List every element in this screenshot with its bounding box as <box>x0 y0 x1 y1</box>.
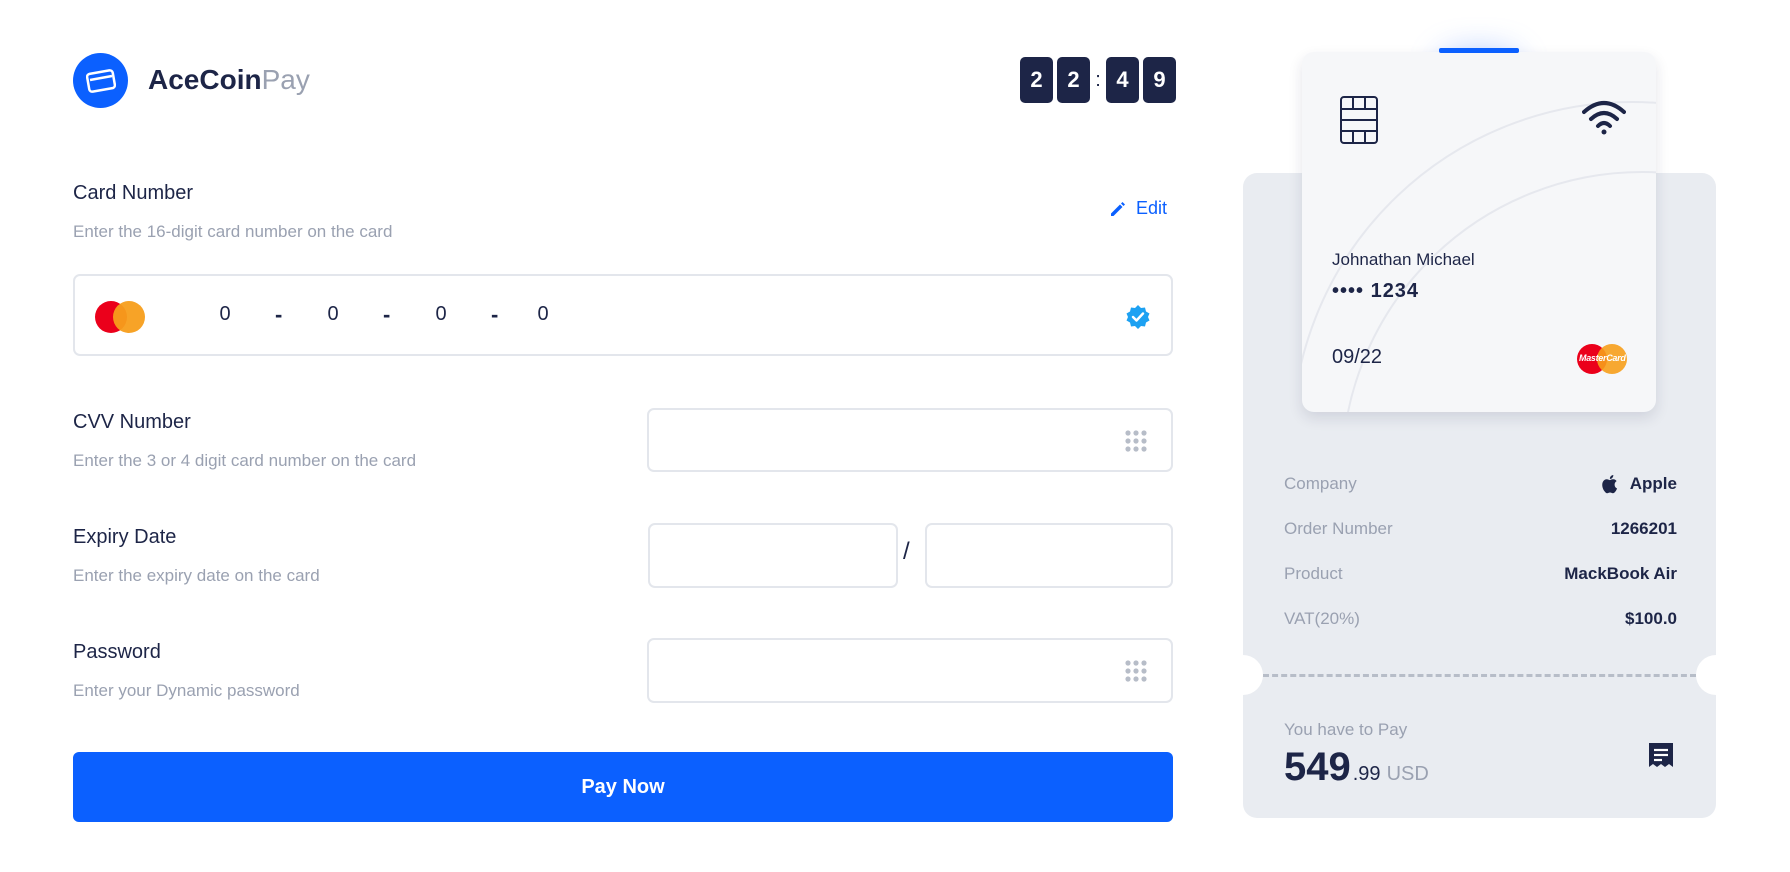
summary-value: 1266201 <box>1610 519 1677 538</box>
summary-row-company: Company Apple <box>1284 474 1677 494</box>
summary-value: MackBook Air <box>1564 564 1677 583</box>
card-number-label: Card Number <box>73 182 194 204</box>
summary-divider <box>1263 674 1696 677</box>
card-top-accent <box>1439 48 1519 53</box>
receipt-icon[interactable] <box>1646 740 1676 770</box>
segment-separator: - <box>275 302 283 327</box>
cvv-label: CVV Number <box>73 411 191 433</box>
expiry-month-input[interactable] <box>648 523 898 588</box>
pencil-icon <box>1111 201 1125 216</box>
card-expiry: 09/22 <box>1332 346 1383 368</box>
summary-value: $100.0 <box>1625 609 1677 628</box>
timer-digit: 2 <box>1057 57 1090 103</box>
verified-badge-icon <box>1126 305 1150 329</box>
cvv-input[interactable] <box>647 408 1173 472</box>
amount-decimal: .99 <box>1352 763 1381 785</box>
password-help: Enter your Dynamic password <box>73 681 300 700</box>
mastercard-logo-text: MasterCard <box>1579 353 1626 363</box>
card-number-masked: •••• 1234 <box>1332 280 1420 302</box>
segment-separator: - <box>491 302 499 327</box>
card-number-help: Enter the 16-digit card number on the ca… <box>73 222 393 241</box>
summary-row-order: Order Number 1266201 <box>1284 519 1677 539</box>
ticket-notch <box>1696 655 1736 695</box>
summary-value: Apple <box>1600 474 1677 494</box>
password-label: Password <box>73 641 161 663</box>
card-number-segment[interactable]: 0 <box>313 303 353 326</box>
segment-separator: - <box>383 302 391 327</box>
timer-separator: : <box>1095 68 1101 91</box>
summary-key: Product <box>1284 564 1343 583</box>
keypad-icon[interactable] <box>1125 660 1147 682</box>
summary-key: VAT(20%) <box>1284 609 1360 628</box>
pay-label: You have to Pay <box>1284 720 1408 739</box>
chip-icon <box>1340 96 1378 144</box>
cvv-help: Enter the 3 or 4 digit card number on th… <box>73 451 417 470</box>
countdown-timer: 2 2 : 4 9 <box>1020 57 1176 103</box>
edit-button-label: Edit <box>1136 198 1168 218</box>
brand-name: AceCoinPay <box>148 62 310 98</box>
mastercard-icon <box>95 301 145 333</box>
expiry-help: Enter the expiry date on the card <box>73 566 320 585</box>
expiry-label: Expiry Date <box>73 526 177 548</box>
credit-card-preview: Johnathan Michael •••• 1234 09/22 Master… <box>1302 52 1656 412</box>
summary-key: Company <box>1284 474 1357 493</box>
card-number-segment[interactable]: 0 <box>205 303 245 326</box>
summary-value-text: Apple <box>1629 474 1677 493</box>
amount-integer: 549 <box>1284 745 1351 789</box>
apple-icon <box>1602 475 1617 494</box>
brand-name-light: Pay <box>261 64 310 95</box>
total-amount: 549 .99 USD <box>1284 745 1429 790</box>
card-number-segment[interactable]: 0 <box>421 303 461 326</box>
summary-row-vat: VAT(20%) $100.0 <box>1284 609 1677 629</box>
mastercard-logo-icon: MasterCard <box>1577 342 1629 374</box>
pay-now-button[interactable]: Pay Now <box>73 752 1173 822</box>
expiry-separator: / <box>903 538 910 565</box>
credit-card-icon <box>85 68 116 93</box>
password-input[interactable] <box>647 638 1173 703</box>
timer-digit: 4 <box>1106 57 1139 103</box>
amount-currency: USD <box>1386 763 1429 785</box>
contactless-icon <box>1582 101 1626 135</box>
keypad-icon[interactable] <box>1125 430 1147 452</box>
card-number-segment[interactable]: 0 <box>523 303 563 326</box>
card-number-field[interactable]: 0 - 0 - 0 - 0 <box>73 274 1173 356</box>
timer-digit: 9 <box>1143 57 1176 103</box>
timer-digit: 2 <box>1020 57 1053 103</box>
brand-name-bold: AceCoin <box>148 64 262 95</box>
brand-logo <box>73 53 128 108</box>
card-holder-name: Johnathan Michael <box>1332 250 1475 269</box>
summary-row-product: Product MackBook Air <box>1284 564 1677 584</box>
edit-button[interactable]: Edit <box>1108 198 1167 219</box>
summary-key: Order Number <box>1284 519 1393 538</box>
expiry-year-input[interactable] <box>925 523 1173 588</box>
ticket-notch <box>1223 655 1263 695</box>
